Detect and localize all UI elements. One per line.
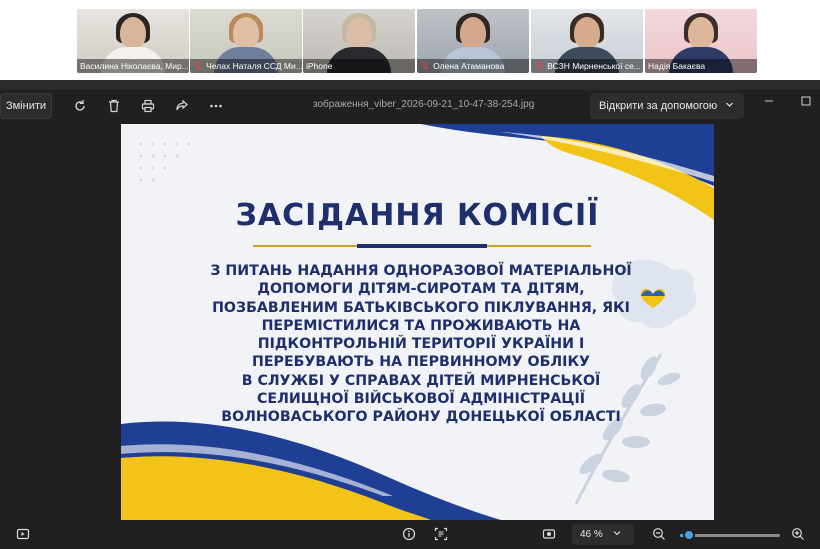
participant-tile-4[interactable]: 🎙︎ Олена Атаманова [417, 9, 529, 73]
participant-tile-1[interactable]: Василина Ніколаєва, Мир... [77, 9, 189, 73]
viewer-toolbar: Змінити зображення_viber_2026-09-21_10-4… [0, 90, 820, 122]
participant-tile-6[interactable]: Надія Бакаєва [645, 9, 757, 73]
edit-button[interactable]: Змінити [0, 93, 52, 119]
mic-off-icon: 🎙︎ [193, 61, 204, 70]
viewer-statusbar: 46 % [0, 520, 820, 549]
participant-name: Олена Атаманова [433, 61, 505, 71]
file-name: зображення_viber_2026-09-21_10-47-38-254… [313, 99, 535, 110]
slide-title: ЗАСІДАННЯ КОМІСІЇ [235, 198, 600, 233]
window-top-edge [0, 80, 820, 90]
title-underline-accent [357, 244, 487, 248]
share-icon[interactable] [170, 94, 194, 118]
maximize-icon[interactable] [801, 96, 811, 109]
participant-name: Надія Бакаєва [648, 61, 706, 71]
video-participant-strip: Василина Ніколаєва, Мир... 🎙︎ Челах Натал… [0, 0, 820, 80]
text-select-icon[interactable] [434, 527, 448, 544]
slide-body-line: ПЕРЕМІСТИЛИСЯ ТА ПРОЖИВАЮТЬ НА [261, 317, 581, 334]
mic-off-icon: 🎙︎ [534, 61, 545, 70]
delete-icon[interactable] [102, 94, 126, 118]
zoom-in-icon[interactable] [791, 527, 805, 544]
slide-body-line: ВОЛНОВАСЬКОГО РАЙОНУ ДОНЕЦЬКОЇ ОБЛАСТІ [221, 409, 621, 426]
participant-name: Челах Наталя ССД Ми... [206, 61, 302, 71]
print-icon[interactable] [136, 94, 160, 118]
zoom-level-dropdown[interactable]: 46 % [572, 524, 634, 545]
participant-tile-2[interactable]: 🎙︎ Челах Наталя ССД Ми... [190, 9, 302, 73]
participant-name: Василина Ніколаєва, Мир... [80, 61, 189, 71]
chevron-down-icon [613, 529, 621, 540]
zoom-slider[interactable] [680, 529, 780, 541]
participant-tile-3-active-speaker[interactable]: iPhone [303, 9, 415, 73]
zoom-level-value: 46 % [580, 529, 603, 540]
rotate-icon[interactable] [68, 94, 92, 118]
more-icon[interactable] [204, 94, 228, 118]
mic-off-icon: 🎙︎ [420, 61, 431, 70]
chevron-down-icon [725, 100, 734, 112]
displayed-image-slide: ЗАСІДАННЯ КОМІСІЇ З ПИТАНЬ НАДАННЯ ОДНОР… [121, 124, 714, 520]
slide-body-line: СЕЛИЩНОЇ ВІЙСЬКОВОЇ АДМІНІСТРАЦІЇ [256, 391, 586, 408]
slide-body-line: З ПИТАНЬ НАДАННЯ ОДНОРАЗОВОЇ МАТЕРІАЛЬНО… [210, 263, 632, 279]
participant-name: iPhone [306, 61, 333, 71]
participant-name: ВСЗН Мирненської се... [547, 61, 641, 71]
fit-screen-icon[interactable] [542, 527, 556, 544]
slide-body-line: ДОПОМОГИ ДІТЯМ-СИРОТАМ ТА ДІТЯМ, [257, 281, 585, 298]
slide-body-line: ПЕРЕБУВАЮТЬ НА ПЕРВИННОМУ ОБЛІКУ [251, 354, 590, 371]
slide-body-line: ПІДКОНТРОЛЬНІЙ ТЕРИТОРІЇ УКРАЇНИ І [257, 336, 585, 353]
open-with-label: Відкрити за допомогою [599, 100, 718, 112]
slide-body-line: В СЛУЖБІ У СПРАВАХ ДІТЕЙ МИРНЕНСЬКОЇ [241, 372, 601, 389]
zoom-out-icon[interactable] [652, 527, 666, 544]
image-viewer-window: Змінити зображення_viber_2026-09-21_10-4… [0, 80, 820, 549]
filmstrip-icon[interactable] [16, 527, 30, 544]
zoom-slider-thumb[interactable] [683, 529, 695, 541]
slide-body-line: ПОЗБАВЛЕНИМ БАТЬКІВСЬКОГО ПІКЛУВАННЯ, ЯК… [212, 299, 630, 316]
slide-body-text: З ПИТАНЬ НАДАННЯ ОДНОРАЗОВОЇ МАТЕРІАЛЬНО… [181, 262, 661, 427]
open-with-button[interactable]: Відкрити за допомогою [590, 93, 744, 119]
minimize-icon[interactable] [764, 96, 774, 109]
info-icon[interactable] [402, 527, 416, 544]
participant-tile-5[interactable]: 🎙︎ ВСЗН Мирненської се... [531, 9, 643, 73]
